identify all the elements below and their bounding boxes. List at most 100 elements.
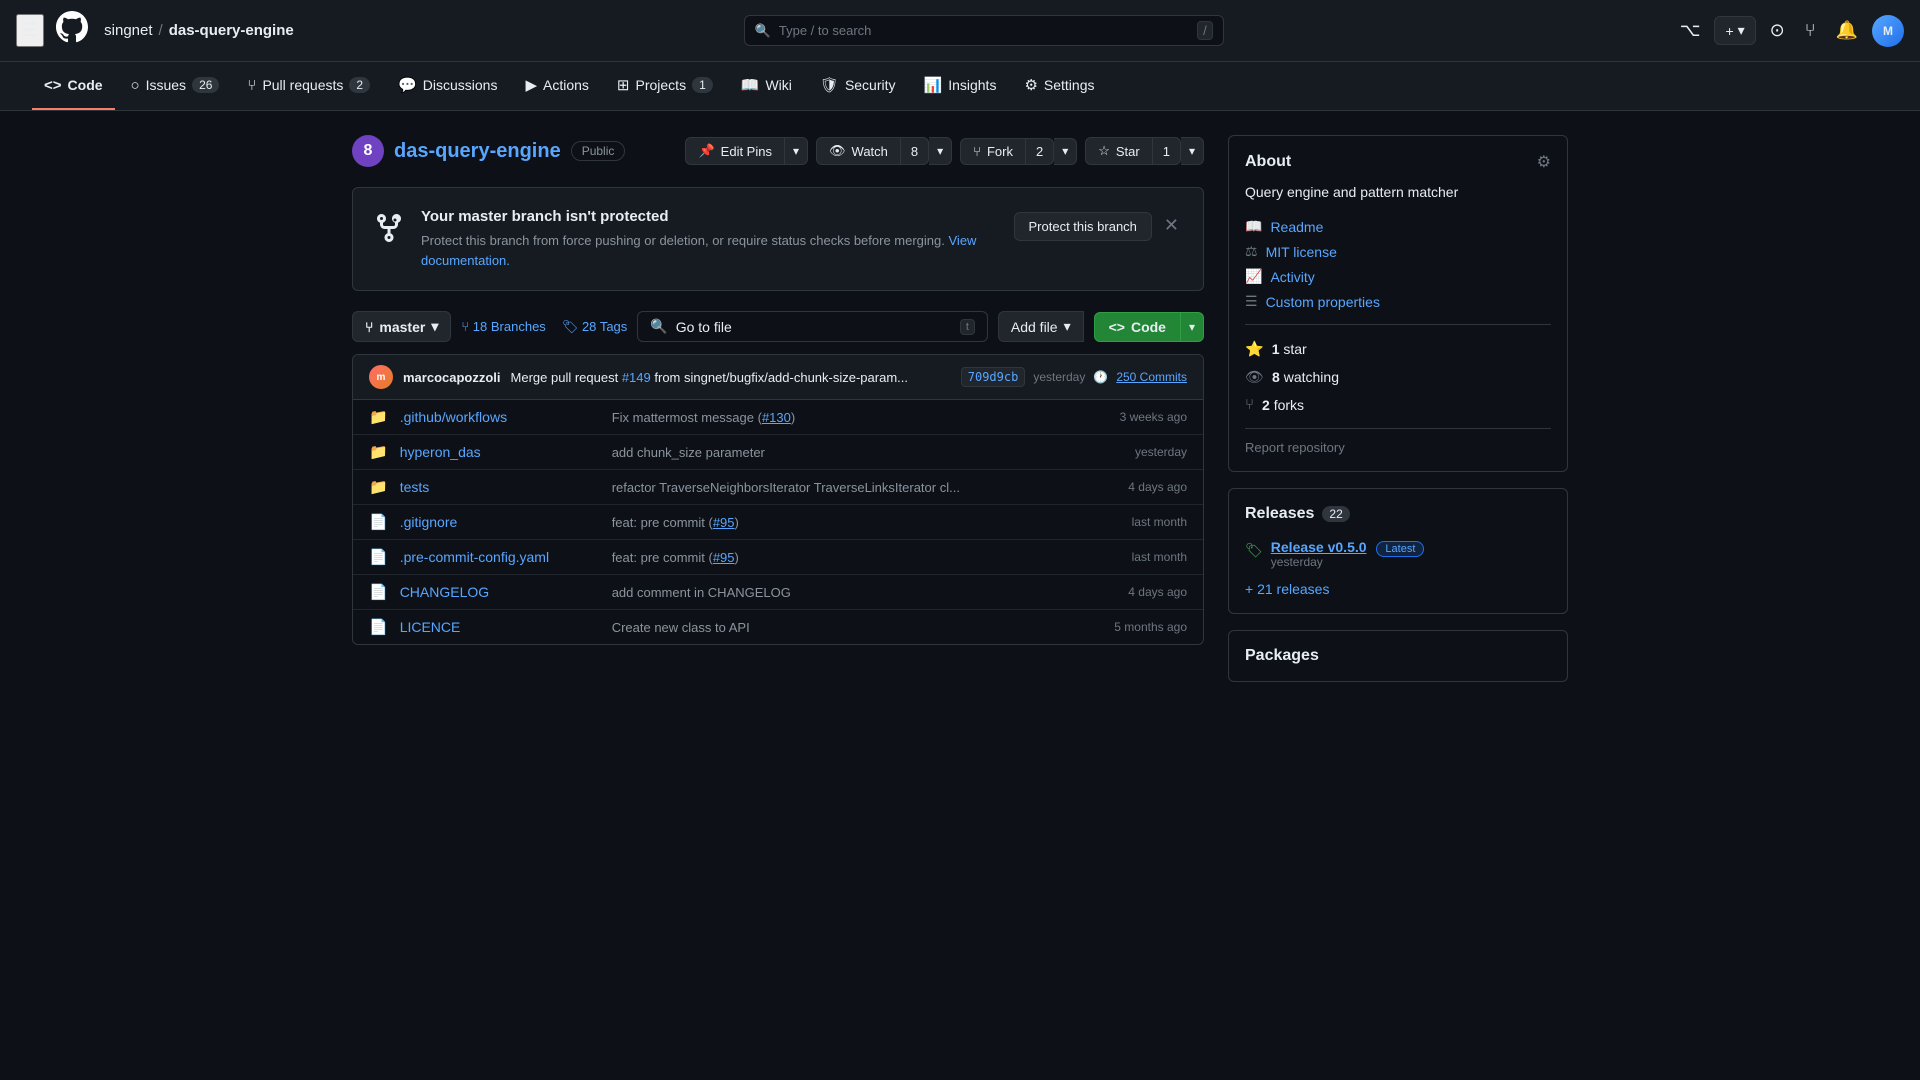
file-name-link[interactable]: CHANGELOG (400, 584, 600, 600)
tags-count: 28 (582, 319, 596, 334)
code-expand-button[interactable]: ▾ (1181, 312, 1204, 342)
tags-link[interactable]: 🏷 28 Tags (562, 319, 627, 335)
user-avatar[interactable]: M (1872, 15, 1904, 47)
search-area: 🔍 Type / to search / (306, 15, 1662, 46)
edit-pins-expand[interactable]: ▾ (785, 137, 808, 165)
left-column: 8 das-query-engine Public 📌 Edit Pins ▾ (352, 135, 1204, 682)
readme-link[interactable]: 📖 Readme (1245, 214, 1551, 239)
release-name-link[interactable]: Release v0.5.0 (1271, 539, 1367, 555)
file-name-link[interactable]: LICENCE (400, 619, 600, 635)
forks-stat: ⑂ 2 forks (1245, 391, 1551, 418)
search-box[interactable]: 🔍 Type / to search / (744, 15, 1224, 46)
file-time: last month (1097, 550, 1187, 564)
dismiss-banner-button[interactable]: ✕ (1160, 212, 1183, 238)
watching-icon: 👁 (1245, 368, 1264, 386)
go-to-file[interactable]: 🔍 Go to file t (637, 311, 988, 342)
custom-properties-link[interactable]: ☰ Custom properties (1245, 289, 1551, 314)
activity-link[interactable]: 📈 Activity (1245, 264, 1551, 289)
file-name-link[interactable]: .gitignore (400, 514, 600, 530)
branches-link[interactable]: ⑂ 18 Branches (461, 319, 545, 334)
branch-selector[interactable]: ⑂ master ▾ (352, 311, 451, 342)
star-button[interactable]: ☆ Star (1085, 137, 1153, 165)
edit-pins-button[interactable]: 📌 Edit Pins (685, 137, 785, 165)
protect-branch-button[interactable]: Protect this branch (1014, 212, 1152, 241)
watch-button[interactable]: 👁 Watch (816, 137, 901, 165)
watch-count[interactable]: 8 (901, 137, 929, 165)
gear-icon[interactable]: ⚙ (1537, 152, 1551, 172)
branch-name: master (379, 319, 425, 335)
fork-expand[interactable]: ▾ (1054, 138, 1077, 165)
breadcrumb-repo[interactable]: das-query-engine (169, 22, 294, 39)
file-name-link[interactable]: .pre-commit-config.yaml (400, 549, 600, 565)
license-link[interactable]: ⚖ MIT license (1245, 239, 1551, 264)
breadcrumb-owner[interactable]: singnet (104, 22, 152, 39)
commit-pr-link[interactable]: #149 (622, 370, 651, 385)
commit-link[interactable]: #95 (713, 515, 735, 530)
commits-count-link[interactable]: 250 Commits (1116, 370, 1187, 384)
pullreq-icon-btn[interactable]: ⑂ (1799, 14, 1822, 47)
table-row: 📁 tests refactor TraverseNeighborsIterat… (353, 470, 1203, 505)
file-commit-msg: Fix mattermost message (#130) (612, 410, 1085, 425)
banner-description: Protect this branch from force pushing o… (421, 231, 998, 270)
add-file-label: Add file (1011, 319, 1058, 335)
plus-dropdown-icon: ▾ (1738, 22, 1745, 39)
watch-group: 👁 Watch 8 ▾ (816, 137, 952, 165)
terminal-icon-btn[interactable]: ⌥ (1674, 14, 1707, 47)
create-new-btn[interactable]: + ▾ (1714, 16, 1755, 45)
watching-count-val: 8 (1272, 369, 1280, 385)
packages-section: Packages (1228, 630, 1568, 682)
tab-actions[interactable]: ▶ Actions (513, 62, 600, 110)
releases-title: Releases (1245, 505, 1314, 523)
tab-discussions[interactable]: 💬 Discussions (386, 62, 509, 110)
hamburger-menu[interactable]: ☰ (16, 14, 44, 47)
pin-icon: 📌 (698, 143, 714, 159)
tab-issues[interactable]: ○ Issues 26 (119, 63, 232, 110)
file-name-link[interactable]: .github/workflows (400, 409, 600, 425)
commit-hash[interactable]: 709d9cb (961, 367, 1026, 387)
file-name-link[interactable]: tests (400, 479, 600, 495)
tab-security[interactable]: 🛡 Security (808, 62, 908, 110)
file-icon: 📄 (369, 513, 388, 531)
report-repository-link[interactable]: Report repository (1245, 436, 1345, 459)
fork-button[interactable]: ⑂ Fork (960, 138, 1026, 165)
repo-icon: 8 (352, 135, 384, 167)
repo-title-area: 8 das-query-engine Public (352, 135, 625, 167)
about-description: Query engine and pattern matcher (1245, 184, 1551, 200)
stars-stat: ⭐ 1 star (1245, 335, 1551, 363)
tab-insights[interactable]: 📊 Insights (912, 62, 1009, 110)
watch-expand[interactable]: ▾ (929, 137, 952, 165)
releases-section: Releases 22 🏷 Release v0.5.0 Latest yest… (1228, 488, 1568, 614)
notifications-icon-btn[interactable]: 🔔 (1830, 14, 1864, 47)
commit-link[interactable]: #130 (762, 410, 791, 425)
tab-projects[interactable]: ⊞ Projects 1 (605, 62, 725, 110)
more-releases-link[interactable]: + 21 releases (1245, 581, 1551, 597)
file-name-link[interactable]: hyperon_das (400, 444, 600, 460)
pr-badge: 2 (349, 77, 370, 93)
tab-code[interactable]: <> Code (32, 63, 115, 110)
issues-icon-btn[interactable]: ⊙ (1764, 14, 1791, 47)
branch-icon-small: ⑂ (365, 319, 373, 335)
tab-wiki[interactable]: 📖 Wiki (729, 62, 804, 110)
table-row: 📄 CHANGELOG add comment in CHANGELOG 4 d… (353, 575, 1203, 610)
releases-header: Releases 22 (1245, 505, 1551, 523)
file-commit-msg: Create new class to API (612, 620, 1085, 635)
tags-icon: 🏷 (562, 319, 579, 334)
commit-author-name[interactable]: marcocapozzoli (403, 370, 501, 385)
star-count[interactable]: 1 (1153, 137, 1181, 165)
star-expand[interactable]: ▾ (1181, 137, 1204, 165)
forks-icon: ⑂ (1245, 396, 1254, 413)
projects-icon: ⊞ (617, 76, 630, 94)
discussions-icon: 💬 (398, 76, 417, 94)
fork-group: ⑂ Fork 2 ▾ (960, 138, 1077, 165)
about-divider (1245, 324, 1551, 325)
tab-projects-label: Projects (636, 77, 687, 93)
github-logo[interactable] (56, 11, 88, 50)
search-icon: 🔍 (755, 23, 771, 39)
commit-link[interactable]: #95 (713, 550, 735, 565)
tab-pull-requests[interactable]: ⑂ Pull requests 2 (235, 63, 382, 110)
add-file-button[interactable]: Add file ▾ (998, 311, 1084, 342)
code-button[interactable]: <> Code (1094, 312, 1181, 342)
tab-settings[interactable]: ⚙ Settings (1012, 62, 1106, 110)
fork-count[interactable]: 2 (1026, 138, 1054, 165)
repo-title[interactable]: das-query-engine (394, 140, 561, 163)
